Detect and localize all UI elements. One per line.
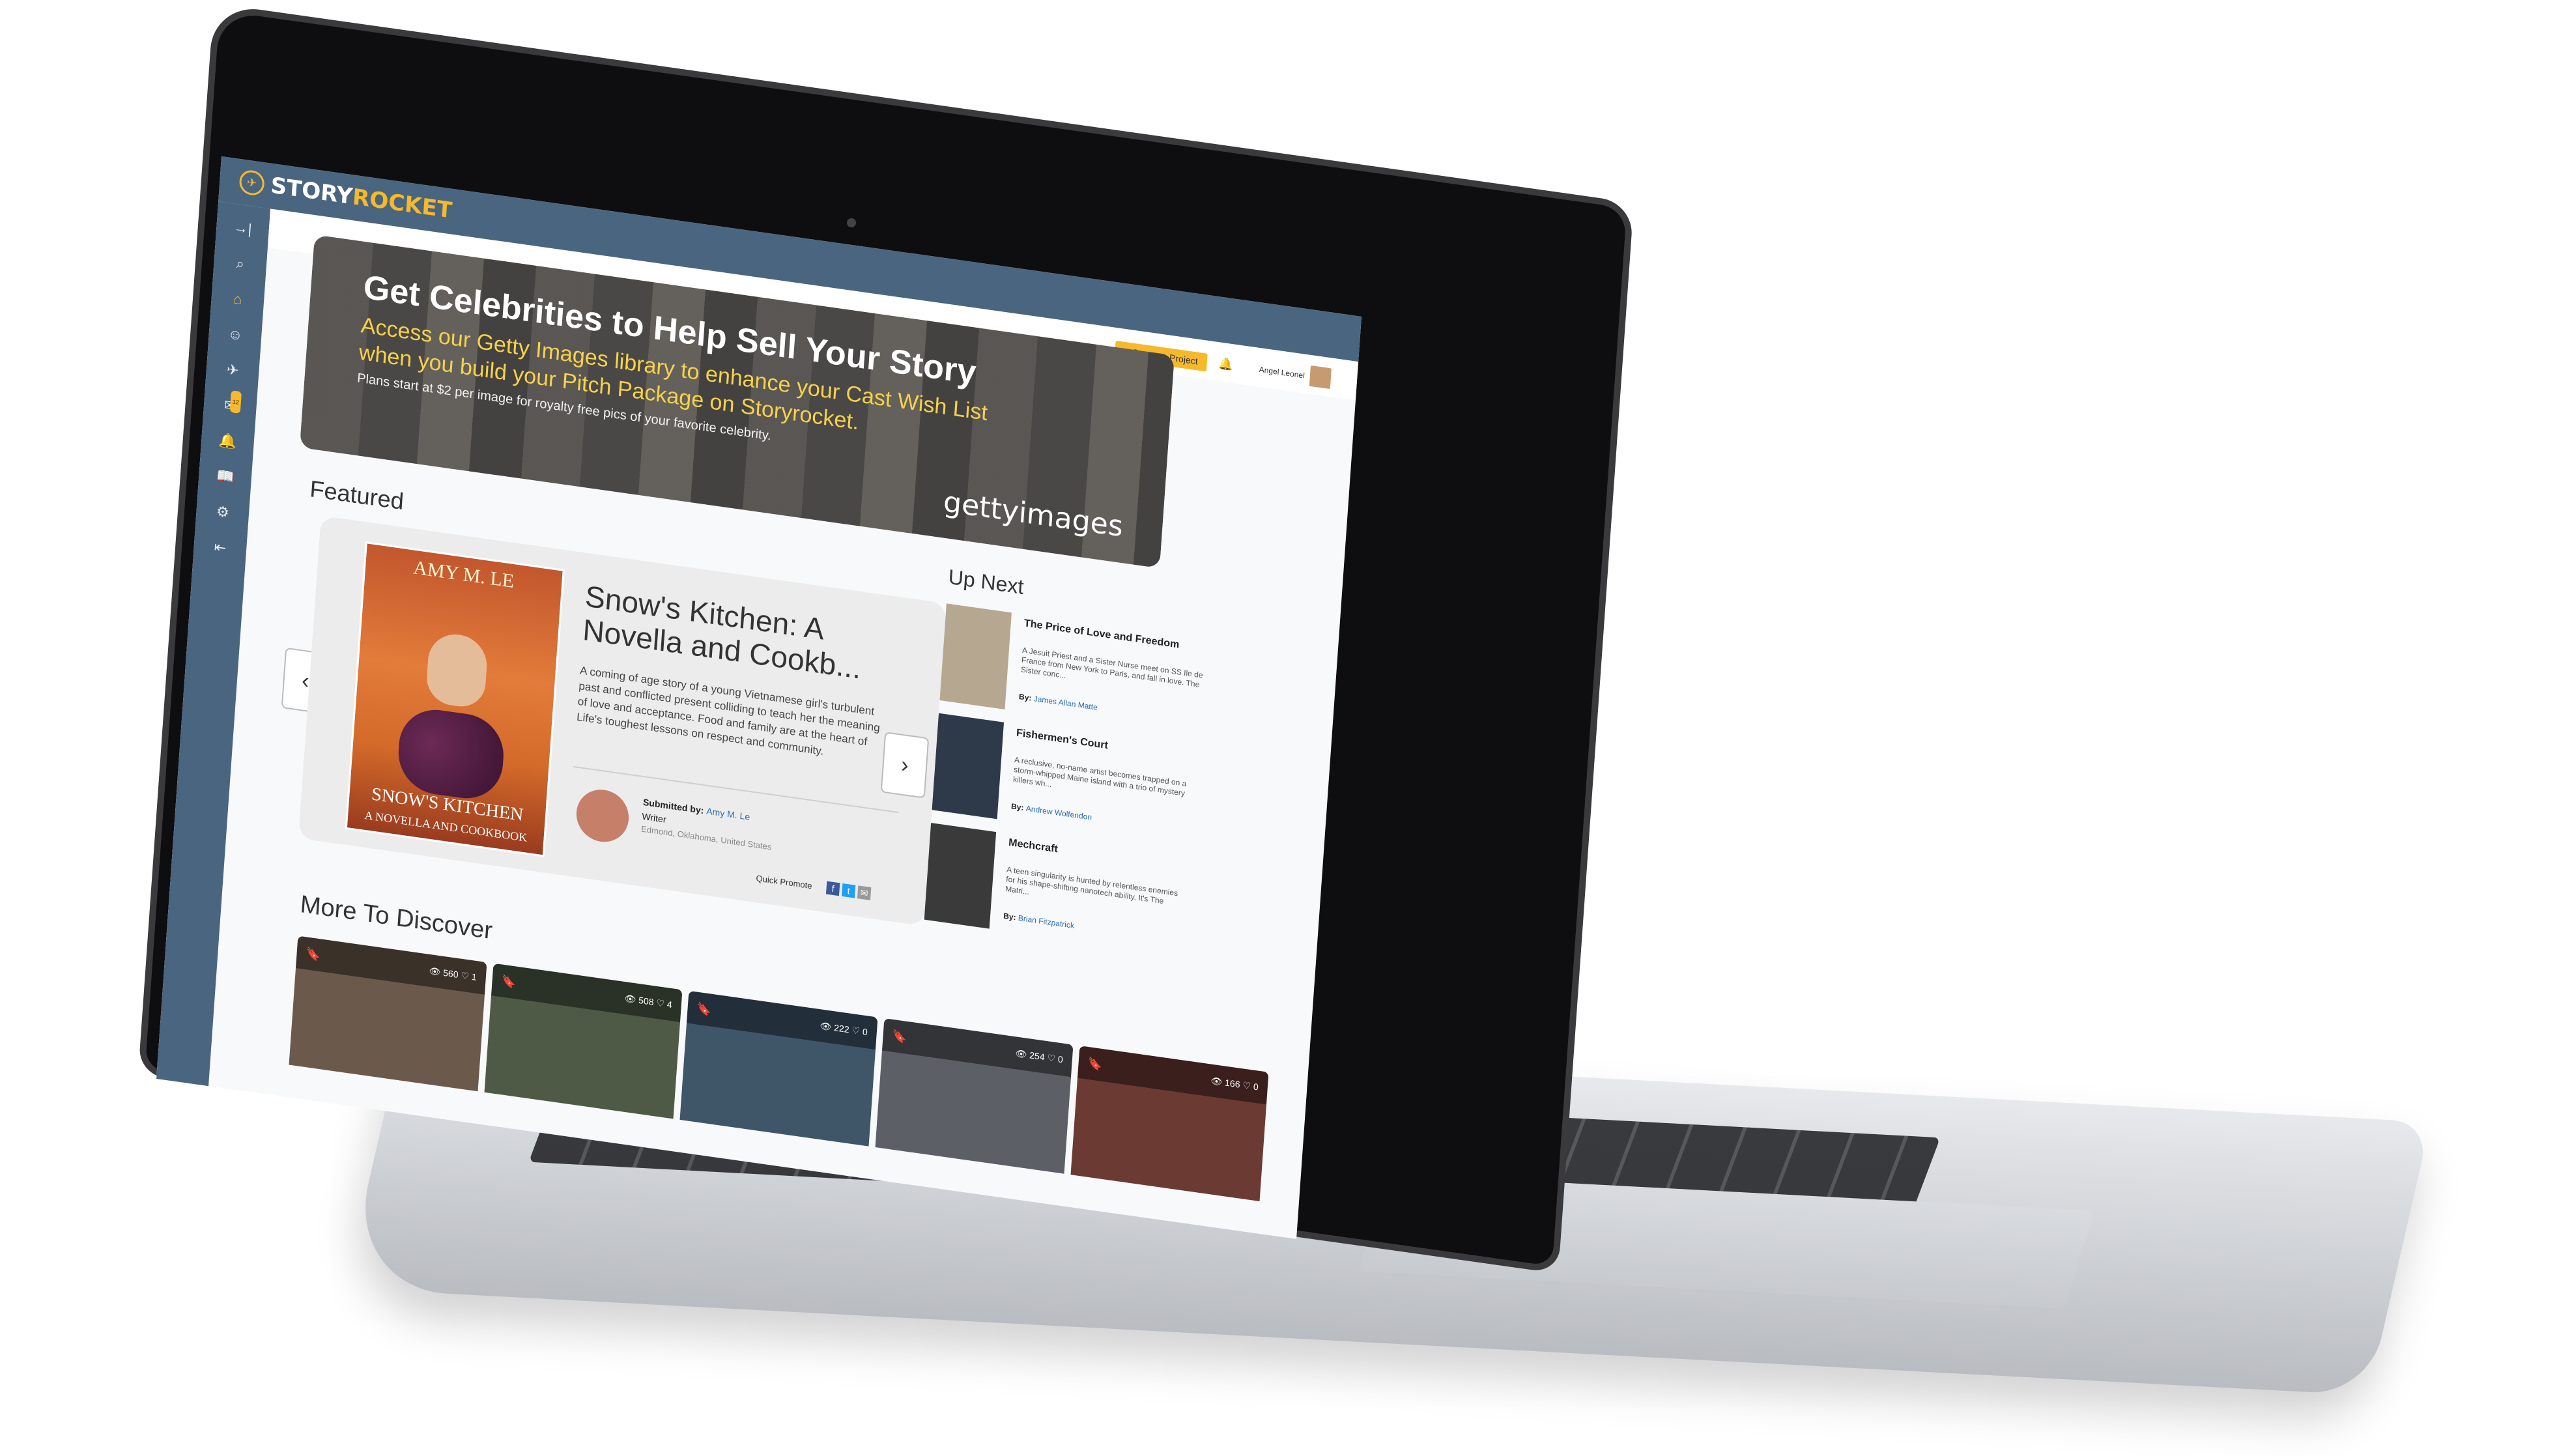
discover-stats: 👁 560 ♡ 1 bbox=[429, 965, 477, 982]
app-screen: ✈ STORY ROCKET →| ⌕ ⌂ ☺ ✈ ✉ 12 🔔 📖 ⚙ ⇤ +… bbox=[156, 156, 1362, 1239]
up-next-by-label: By: bbox=[1018, 692, 1034, 704]
webcam bbox=[847, 218, 856, 227]
views-count: 508 bbox=[638, 994, 655, 1007]
likes-count: 1 bbox=[471, 971, 478, 982]
more-to-discover-heading: More To Discover bbox=[299, 891, 494, 945]
bookmark-icon[interactable]: 🔖 bbox=[501, 974, 517, 990]
up-next-by-label: By: bbox=[1003, 911, 1019, 922]
laptop-mockup: ✈ STORY ROCKET →| ⌕ ⌂ ☺ ✈ ✉ 12 🔔 📖 ⚙ ⇤ +… bbox=[0, 0, 2568, 1456]
rocket-icon[interactable]: ✈ bbox=[221, 358, 244, 382]
discover-stats: 👁 166 ♡ 0 bbox=[1210, 1075, 1259, 1092]
discover-card[interactable]: 🔖 👁 222 ♡ 0 bbox=[679, 990, 878, 1147]
bookmark-icon[interactable]: 🔖 bbox=[892, 1029, 907, 1044]
discover-card[interactable]: 🔖 👁 560 ♡ 1 bbox=[289, 935, 487, 1092]
views-count: 166 bbox=[1224, 1077, 1241, 1090]
discover-card-bar: 🔖 👁 560 ♡ 1 bbox=[295, 935, 487, 995]
cover-author: AMY M. LE bbox=[412, 556, 515, 592]
bookmark-icon[interactable]: 🔖 bbox=[696, 1001, 712, 1017]
featured-card[interactable]: AMY M. LE SNOW'S KITCHEN A NOVELLA AND C… bbox=[298, 515, 947, 926]
views-count: 560 bbox=[442, 967, 459, 980]
likes-count: 0 bbox=[1253, 1081, 1259, 1092]
discover-card[interactable]: 🔖 👁 508 ♡ 4 bbox=[484, 963, 683, 1119]
featured-heading: Featured bbox=[309, 475, 405, 515]
messages-icon[interactable]: ✉ 12 bbox=[219, 390, 242, 418]
up-next-author-link[interactable]: James Allan Matte bbox=[1033, 694, 1098, 712]
heart-icon[interactable]: ♡ bbox=[461, 969, 470, 981]
discover-card-bar: 🔖 👁 254 ♡ 0 bbox=[881, 1018, 1074, 1078]
bell-icon[interactable]: 🔔 bbox=[216, 429, 238, 453]
submitter-location: Edmond, Oklahoma, United States bbox=[640, 823, 772, 852]
book-cover[interactable]: AMY M. LE SNOW'S KITCHEN A NOVELLA AND C… bbox=[345, 541, 565, 857]
up-next-thumbnail[interactable] bbox=[932, 713, 1005, 820]
messages-badge: 12 bbox=[229, 390, 242, 414]
up-next-author: By: James Allan Matte bbox=[1019, 692, 1098, 712]
discover-stats: 👁 254 ♡ 0 bbox=[1015, 1048, 1063, 1065]
discover-card-bar: 🔖 👁 222 ♡ 0 bbox=[686, 990, 878, 1050]
chevron-right-icon: › bbox=[900, 752, 909, 778]
eye-icon: 👁 bbox=[1015, 1047, 1027, 1060]
profile-icon[interactable]: ☺ bbox=[224, 323, 246, 347]
eye-icon: 👁 bbox=[624, 992, 636, 1005]
submitter-role: Writer bbox=[641, 810, 667, 825]
twitter-icon[interactable]: t bbox=[841, 883, 856, 898]
heart-icon[interactable]: ♡ bbox=[851, 1025, 861, 1036]
search-icon[interactable]: ⌕ bbox=[229, 252, 251, 276]
discover-card-bar: 🔖 👁 166 ♡ 0 bbox=[1077, 1046, 1269, 1105]
likes-count: 4 bbox=[666, 998, 673, 1010]
discover-stats: 👁 222 ♡ 0 bbox=[820, 1020, 868, 1038]
bookmark-icon[interactable]: 🔖 bbox=[306, 947, 321, 962]
submitter-avatar[interactable] bbox=[575, 786, 631, 846]
views-count: 254 bbox=[1029, 1049, 1046, 1063]
up-next-by-label: By: bbox=[1010, 801, 1027, 813]
up-next-author-link[interactable]: Andrew Wolfendon bbox=[1025, 804, 1092, 822]
up-next-desc: A teen singularity is hunted by relentle… bbox=[1005, 864, 1178, 906]
up-next-author: By: Andrew Wolfendon bbox=[1011, 801, 1092, 821]
eye-icon: 👁 bbox=[820, 1020, 832, 1033]
up-next-item[interactable]: The Price of Love and Freedom A Jesuit P… bbox=[939, 603, 1220, 739]
cover-fruit bbox=[395, 704, 506, 804]
facebook-icon[interactable]: f bbox=[825, 881, 840, 896]
heart-icon[interactable]: ♡ bbox=[656, 997, 665, 1008]
up-next-desc: A Jesuit Priest and a Sister Nurse meet … bbox=[1020, 645, 1204, 689]
eye-icon: 👁 bbox=[429, 965, 441, 977]
discover-card[interactable]: 🔖 👁 254 ♡ 0 bbox=[875, 1018, 1074, 1174]
home-icon[interactable]: ⌂ bbox=[227, 287, 249, 311]
bookmark-icon[interactable]: 🔖 bbox=[1087, 1056, 1103, 1072]
up-next-heading: Up Next bbox=[947, 565, 1025, 599]
settings-icon[interactable]: ⚙ bbox=[212, 500, 234, 524]
eye-icon: 👁 bbox=[1210, 1075, 1223, 1087]
heart-icon[interactable]: ♡ bbox=[1242, 1079, 1251, 1091]
up-next-author: By: Brian Fitzpatrick bbox=[1003, 911, 1075, 930]
email-icon[interactable]: ✉ bbox=[857, 885, 872, 900]
up-next-author-link[interactable]: Brian Fitzpatrick bbox=[1018, 913, 1074, 930]
collapse-sidebar-icon[interactable]: →| bbox=[231, 216, 253, 240]
up-next-desc: A reclusive, no-name artist becomes trap… bbox=[1012, 755, 1187, 798]
logo-rocket: ROCKET bbox=[351, 184, 453, 224]
likes-count: 0 bbox=[1057, 1053, 1064, 1064]
discover-card[interactable]: 🔖 👁 166 ♡ 0 bbox=[1070, 1046, 1269, 1201]
up-next-item[interactable]: Mechcraft A teen singularity is hunted b… bbox=[924, 823, 1205, 958]
up-next-thumbnail[interactable] bbox=[939, 603, 1012, 709]
views-count: 222 bbox=[833, 1021, 850, 1035]
logout-icon[interactable]: ⇤ bbox=[209, 536, 231, 560]
book-icon[interactable]: 📖 bbox=[214, 465, 236, 489]
up-next-thumbnail[interactable] bbox=[924, 823, 997, 929]
up-next-item[interactable]: Fishermen's Court A reclusive, no-name a… bbox=[932, 713, 1212, 849]
username[interactable]: Angel Leonel bbox=[1259, 365, 1305, 380]
featured-next-button[interactable]: › bbox=[880, 732, 930, 799]
discover-card-bar: 🔖 👁 508 ♡ 4 bbox=[491, 963, 683, 1022]
rocket-logo-icon: ✈ bbox=[238, 169, 265, 197]
header-bell-icon[interactable]: 🔔 bbox=[1218, 356, 1234, 372]
likes-count: 0 bbox=[862, 1025, 868, 1037]
cover-portrait bbox=[425, 631, 489, 710]
discover-stats: 👁 508 ♡ 4 bbox=[624, 993, 672, 1010]
submitter-link[interactable]: Amy M. Le bbox=[706, 806, 750, 822]
getty-images-logo: gettyimages bbox=[942, 485, 1124, 544]
user-avatar[interactable] bbox=[1309, 365, 1332, 390]
heart-icon[interactable]: ♡ bbox=[1047, 1052, 1056, 1064]
quick-promote-label: Quick Promote bbox=[756, 873, 813, 891]
logo-story: STORY bbox=[270, 172, 354, 210]
